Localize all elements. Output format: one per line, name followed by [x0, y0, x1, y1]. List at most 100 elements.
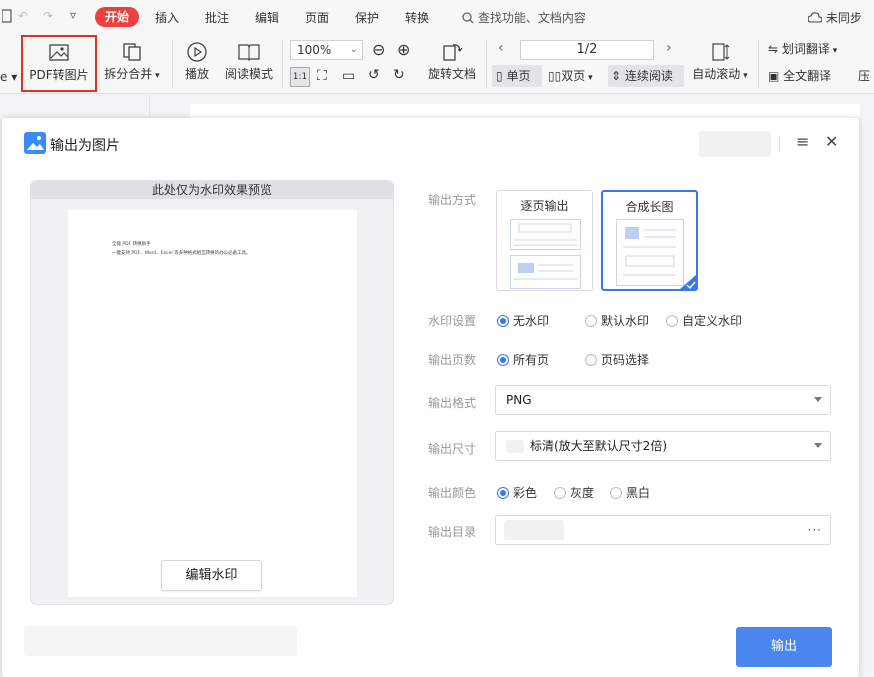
tab-protect[interactable]: 保护	[355, 9, 379, 26]
double-page-icon: ▯▯	[548, 69, 562, 83]
next-page-icon[interactable]: ›	[666, 40, 672, 56]
preview-text-line2: 一键支持 PDF、Word、Excel 等多种格式相互转换的办公必备工具。	[112, 251, 251, 256]
double-page-button[interactable]: ▯▯双页 ▾	[548, 65, 604, 87]
default-watermark-label: 默认水印	[601, 314, 650, 328]
split-merge-button[interactable]: 拆分合并 ▾	[104, 36, 160, 90]
menu-icon[interactable]: ≡	[796, 132, 809, 151]
radio-icon	[554, 487, 566, 499]
auto-scroll-label: 自动滚动	[692, 67, 741, 81]
default-watermark-radio[interactable]: 默认水印	[585, 312, 649, 329]
auto-scroll-icon	[712, 43, 730, 61]
previous-page-icon[interactable]: ‹	[498, 40, 504, 56]
pdf-to-image-label: PDF转图片	[29, 68, 89, 82]
export-image-dialog: 输出为图片 ≡ ✕ 此处仅为水印效果预览 全能 PDF 转换助手 一键支持 PD…	[2, 118, 859, 677]
preview-header: 此处仅为水印效果预览	[31, 181, 393, 199]
search-field[interactable]: 查找功能、文档内容	[462, 9, 586, 26]
actual-size-icon[interactable]: 1:1	[290, 67, 310, 87]
read-mode-button[interactable]: 阅读模式	[222, 36, 276, 90]
rotate-right-icon[interactable]: ↻	[393, 67, 405, 83]
tab-convert[interactable]: 转换	[405, 9, 429, 26]
chevron-down-icon: ⌄	[349, 44, 358, 55]
pdf-to-image-button[interactable]: PDF转图片	[21, 35, 97, 92]
zoom-out-icon[interactable]: ⊖	[372, 40, 385, 59]
custom-watermark-label: 自定义水印	[682, 314, 743, 328]
tab-comment[interactable]: 批注	[205, 9, 229, 26]
output-size-select[interactable]: 标清(放大至默认尺寸2倍)	[495, 431, 831, 461]
preview-page: 全能 PDF 转换助手 一键支持 PDF、Word、Excel 等多种格式相互转…	[68, 210, 357, 597]
no-watermark-radio[interactable]: 无水印	[497, 312, 549, 329]
play-icon	[187, 42, 207, 62]
quick-access-dropdown-icon[interactable]: ▿	[70, 8, 76, 22]
long-image-thumbnail-icon	[616, 219, 684, 286]
radio-icon	[585, 315, 597, 327]
color-gray-radio[interactable]: 灰度	[554, 484, 594, 501]
output-size-label: 输出尺寸	[428, 442, 477, 456]
color-gray-label: 灰度	[570, 486, 595, 500]
rotate-document-button[interactable]: 旋转文档	[425, 36, 479, 90]
output-size-value: 标清(放大至默认尺寸2倍)	[530, 439, 667, 453]
radio-selected-icon	[497, 354, 509, 366]
ribbon-toolbar: e ▾ PDF转图片 拆分合并 ▾ 播放 阅读模式 100% ⌄ ⊖ ⊕ 1:1…	[0, 34, 874, 94]
sync-label: 未同步	[825, 11, 862, 25]
export-button[interactable]: 输出	[736, 627, 832, 667]
single-page-label: 单页	[506, 69, 531, 83]
continuous-read-button[interactable]: ⇕ 连续阅读	[608, 65, 684, 87]
color-full-radio[interactable]: 彩色	[497, 484, 537, 501]
radio-selected-icon	[497, 487, 509, 499]
fit-page-icon[interactable]: ⛶	[317, 68, 327, 84]
play-button[interactable]: 播放	[180, 36, 214, 90]
image-icon	[49, 44, 69, 61]
single-page-button[interactable]: ▯ 单页	[492, 65, 542, 87]
full-translate-button[interactable]: ▣ 全文翻译	[768, 65, 844, 87]
book-icon	[238, 44, 260, 61]
color-bw-label: 黑白	[626, 486, 651, 500]
close-icon[interactable]: ✕	[825, 132, 838, 151]
selected-check-icon	[679, 274, 697, 290]
chevron-down-icon	[814, 397, 822, 402]
auto-scroll-button[interactable]: 自动滚动 ▾	[690, 36, 750, 90]
output-directory-label: 输出目录	[428, 525, 477, 539]
cloud-icon	[807, 12, 823, 23]
color-full-label: 彩色	[513, 486, 538, 500]
edit-watermark-button[interactable]: 编辑水印	[161, 560, 262, 591]
undo-icon[interactable]: ↶	[18, 9, 28, 23]
radio-selected-icon	[497, 315, 509, 327]
sync-status[interactable]: 未同步	[807, 9, 862, 26]
output-format-select[interactable]: PNG	[495, 385, 831, 415]
save-icon[interactable]	[1, 9, 12, 26]
word-translate-label: 划词翻译	[781, 42, 830, 56]
word-translate-button[interactable]: ⇋ 划词翻译 ▾	[768, 38, 850, 60]
watermark-setting-label: 水印设置	[428, 314, 477, 328]
tab-page[interactable]: 页面	[305, 9, 329, 26]
directory-path	[504, 520, 564, 540]
per-page-output-option[interactable]: 逐页输出	[496, 190, 593, 291]
no-watermark-label: 无水印	[513, 314, 550, 328]
rotate-document-label: 旋转文档	[427, 67, 476, 81]
fit-width-icon[interactable]: ▭	[342, 68, 355, 84]
zoom-in-icon[interactable]: ⊕	[397, 40, 410, 59]
redo-icon[interactable]: ↷	[43, 9, 53, 23]
dialog-title: 输出为图片	[50, 138, 120, 154]
output-directory-field[interactable]: ···	[495, 515, 831, 545]
radio-icon	[666, 315, 678, 327]
truncated-ribbon-item[interactable]: e ▾	[0, 70, 17, 84]
color-bw-radio[interactable]: 黑白	[610, 484, 650, 501]
tab-insert[interactable]: 插入	[155, 9, 179, 26]
rotate-left-icon[interactable]: ↺	[368, 67, 380, 83]
browse-more-icon[interactable]: ···	[808, 516, 822, 544]
compress-button-partial[interactable]: 压	[858, 65, 874, 87]
tab-start[interactable]: 开始	[95, 7, 139, 27]
zoom-select[interactable]: 100% ⌄	[290, 40, 363, 60]
account-badge	[699, 131, 771, 157]
all-pages-radio[interactable]: 所有页	[497, 351, 549, 368]
page-number-input[interactable]: 1/2	[520, 40, 654, 60]
size-quality-icon	[506, 440, 524, 453]
long-image-output-option[interactable]: 合成长图	[601, 190, 698, 291]
rotate-document-icon	[443, 44, 463, 61]
custom-watermark-radio[interactable]: 自定义水印	[666, 312, 742, 329]
tab-edit[interactable]: 编辑	[255, 9, 279, 26]
watermark-preview-panel: 此处仅为水印效果预览 全能 PDF 转换助手 一键支持 PDF、Word、Exc…	[30, 180, 394, 605]
read-mode-label: 阅读模式	[224, 67, 273, 81]
page-range-label: 页码选择	[601, 353, 650, 367]
page-range-radio[interactable]: 页码选择	[585, 351, 649, 368]
